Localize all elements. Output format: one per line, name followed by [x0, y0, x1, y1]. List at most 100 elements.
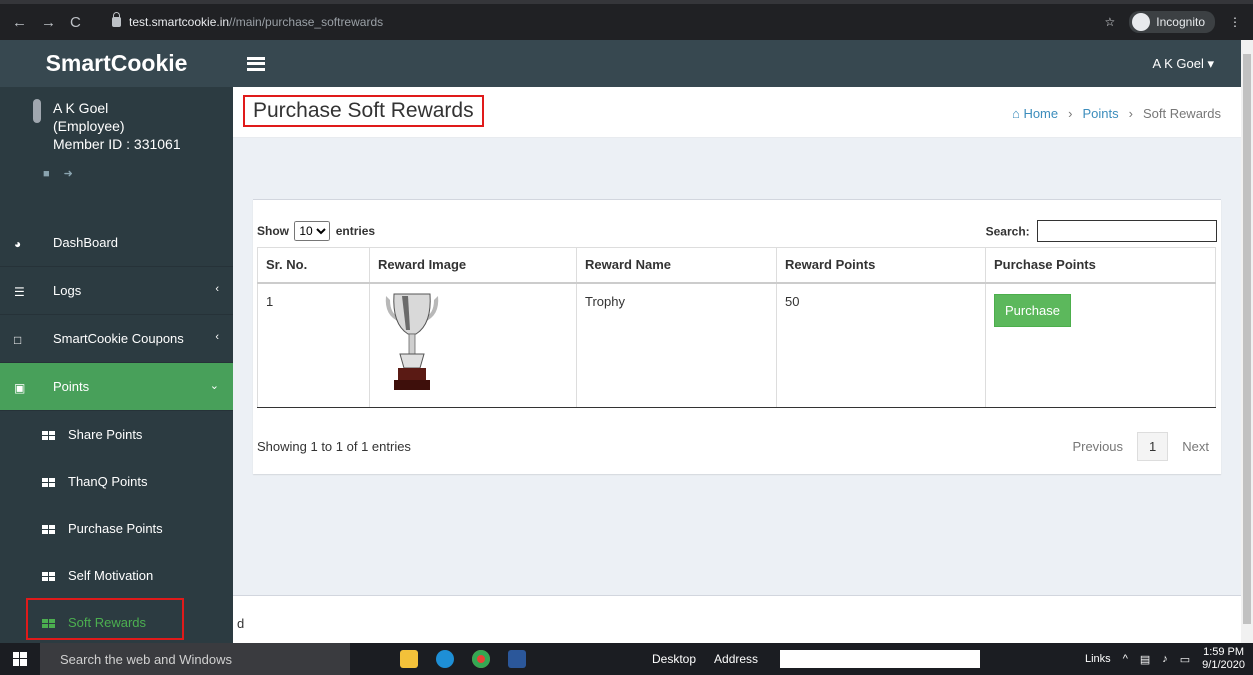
sidebar-item-points[interactable]: ▣ Points ⌄	[0, 363, 233, 411]
notification-icon[interactable]: ▭	[1180, 653, 1190, 666]
tray-chevron-icon[interactable]: ^	[1123, 653, 1128, 665]
network-icon[interactable]: ▤	[1140, 653, 1150, 666]
search-label: Search:	[985, 224, 1030, 239]
reload-icon[interactable]: C	[70, 14, 81, 31]
page-scrollbar[interactable]	[1241, 40, 1253, 643]
clock[interactable]: 1:59 PM 9/1/2020	[1202, 646, 1245, 672]
profile-icon[interactable]: ■	[43, 165, 50, 183]
brand-logo[interactable]: SmartCookie	[0, 40, 233, 87]
grid-icon	[42, 431, 55, 441]
windows-start-icon[interactable]	[0, 643, 40, 675]
avatar	[33, 99, 41, 123]
sidebar-subitem-label: Share Points	[68, 427, 143, 442]
entries-select[interactable]: 10	[294, 221, 331, 241]
clock-date: 9/1/2020	[1202, 659, 1245, 671]
member-id: Member ID : 331061	[53, 136, 181, 152]
sidebar-subitem-thanq-points[interactable]: ThanQ Points	[0, 458, 233, 505]
table-info: Showing 1 to 1 of 1 entries	[257, 439, 411, 454]
hamburger-menu-icon[interactable]	[247, 56, 265, 71]
show-label: Show	[257, 224, 289, 238]
cell-reward-points: 50	[776, 282, 986, 408]
kebab-menu-icon[interactable]: ⋮	[1229, 15, 1241, 29]
url-path: //main/purchase_softrewards	[229, 15, 384, 29]
column-header[interactable]: Reward Image	[369, 247, 577, 284]
pagination: Previous 1 Next	[1072, 432, 1209, 461]
sidebar-item-dashboard[interactable]: ◕ DashBoard	[0, 219, 233, 267]
file-explorer-icon[interactable]	[400, 650, 418, 668]
sidebar-subitem-label: ThanQ Points	[68, 474, 148, 489]
breadcrumb-separator: ›	[1068, 106, 1073, 121]
entries-label: entries	[335, 224, 376, 238]
search-input[interactable]	[1037, 220, 1217, 242]
sidebar-subitem-share-points[interactable]: Share Points	[0, 411, 233, 458]
incognito-badge[interactable]: Incognito	[1129, 11, 1215, 33]
breadcrumb-home[interactable]: ⌂ Home	[1012, 106, 1058, 121]
sidebar-subitem-label: Purchase Points	[68, 521, 163, 536]
trophy-image	[385, 293, 439, 390]
user-role: (Employee)	[53, 118, 125, 134]
sidebar-subitem-purchase-points[interactable]: Purchase Points	[0, 505, 233, 552]
home-icon: ⌂	[1011, 106, 1024, 121]
star-icon[interactable]: ☆	[1105, 15, 1116, 29]
top-navbar: A K Goel ▾	[233, 40, 1241, 87]
logout-icon[interactable]: ➜	[64, 165, 73, 183]
grid-icon	[42, 478, 55, 488]
table-row: 1 Trophy 50 Purchase	[257, 282, 1216, 408]
column-header[interactable]: Sr. No.	[257, 247, 370, 284]
forward-icon[interactable]: →	[41, 14, 56, 31]
page-title: Purchase Soft Rewards	[243, 95, 484, 127]
page-button[interactable]: 1	[1137, 432, 1169, 461]
back-icon[interactable]: ←	[12, 14, 27, 31]
cell-reward-name: Trophy	[576, 282, 777, 408]
url-host: test.smartcookie.in	[129, 15, 230, 29]
word-icon[interactable]	[508, 650, 526, 668]
sidebar-subitem-label: Self Motivation	[68, 568, 154, 583]
chevron-left-icon: ‹	[215, 331, 219, 343]
grid-icon	[42, 525, 55, 535]
next-button[interactable]: Next	[1182, 439, 1209, 454]
sidebar-item-logs[interactable]: ☰ Logs ‹	[0, 267, 233, 315]
breadcrumb-current: Soft Rewards	[1142, 106, 1221, 121]
volume-icon[interactable]: ♪	[1162, 653, 1168, 665]
desktop-toolbar[interactable]: Desktop	[652, 652, 696, 666]
breadcrumb: ⌂ Home › Points › Soft Rewards	[1012, 106, 1221, 121]
previous-button[interactable]: Previous	[1072, 439, 1123, 454]
sidebar-item-label: DashBoard	[53, 235, 119, 250]
address-toolbar-label: Address	[714, 652, 759, 666]
incognito-label: Incognito	[1156, 15, 1205, 29]
browser-toolbar: ← → C test.smartcookie.in//main/purchase…	[0, 0, 1253, 40]
footer-text: d	[237, 616, 245, 631]
breadcrumb-separator: ›	[1128, 106, 1133, 121]
column-header[interactable]: Purchase Points	[985, 247, 1216, 284]
main-content: Purchase Soft Rewards ⌂ Home › Points › …	[233, 87, 1241, 643]
column-header[interactable]: Reward Points	[776, 247, 986, 284]
rewards-table: Sr. No. Reward Image Reward Name Reward …	[257, 247, 1216, 408]
address-bar[interactable]: test.smartcookie.in//main/purchase_softr…	[112, 8, 1105, 36]
rewards-box: Show 10 entries Search: Sr. No. Reward I…	[253, 199, 1221, 474]
chevron-down-icon: ⌄	[209, 380, 219, 392]
sidebar-subitem-self-motivation[interactable]: Self Motivation	[0, 552, 233, 599]
lock-icon	[112, 12, 121, 27]
column-header[interactable]: Reward Name	[576, 247, 777, 284]
edge-icon[interactable]	[436, 650, 454, 668]
taskbar-search[interactable]: Search the web and Windows	[40, 643, 350, 675]
cell-purchase: Purchase	[985, 282, 1216, 408]
content-footer: d	[233, 595, 1241, 643]
clock-time: 1:59 PM	[1203, 646, 1245, 658]
user-panel: A K Goel (Employee) Member ID : 331061 ■…	[0, 87, 233, 195]
user-menu[interactable]: A K Goel ▾	[1153, 56, 1214, 72]
cell-sr-no: 1	[257, 282, 370, 408]
chrome-icon[interactable]	[472, 650, 490, 668]
sidebar-item-coupons[interactable]: □ SmartCookie Coupons ‹	[0, 315, 233, 363]
address-toolbar-input[interactable]	[780, 650, 981, 668]
sidebar-item-label: Points	[53, 379, 90, 394]
file-icon: □	[14, 333, 22, 347]
sidebar: SmartCookie A K Goel (Employee) Member I…	[0, 40, 233, 643]
incognito-icon	[1132, 13, 1151, 31]
breadcrumb-points[interactable]: Points	[1082, 106, 1118, 121]
table-controls: Show 10 entries Search:	[257, 220, 1217, 242]
links-toolbar[interactable]: Links	[1085, 653, 1111, 665]
scrollbar-thumb[interactable]	[1243, 54, 1251, 624]
sidebar-item-label: Logs	[53, 283, 82, 298]
purchase-button[interactable]: Purchase	[994, 293, 1071, 327]
